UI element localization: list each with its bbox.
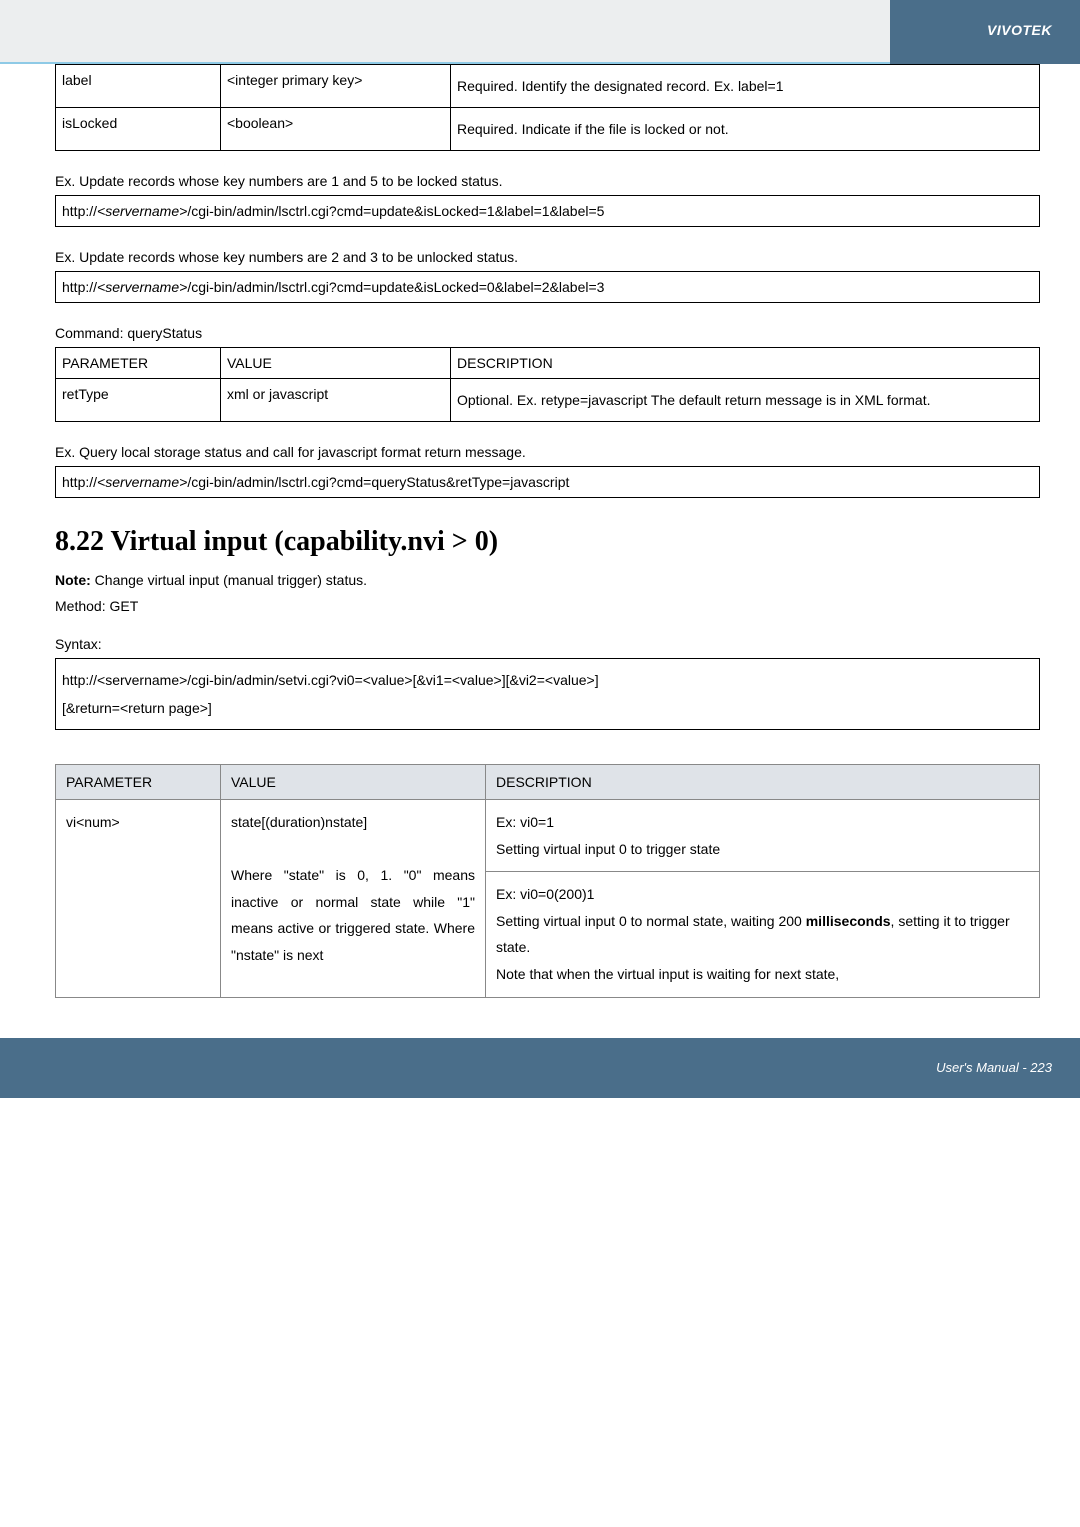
- page-content: label <integer primary key> Required. Id…: [0, 64, 1080, 1038]
- example-text: Ex. Query local storage status and call …: [55, 444, 1040, 460]
- syntax-box: http://<servername>/cgi-bin/admin/setvi.…: [55, 658, 1040, 730]
- param-value: <boolean>: [221, 108, 451, 151]
- col-header-value: VALUE: [221, 348, 451, 379]
- table-row: label <integer primary key> Required. Id…: [56, 65, 1040, 108]
- param-value: <integer primary key>: [221, 65, 451, 108]
- example-url-box: http://<servername>/cgi-bin/admin/lsctrl…: [55, 466, 1040, 498]
- url-prefix: http://: [62, 203, 97, 219]
- param-desc: Optional. Ex. retype=javascript The defa…: [451, 379, 1040, 422]
- syntax-label: Syntax:: [55, 636, 1040, 652]
- note-line: Note: Change virtual input (manual trigg…: [55, 572, 1040, 588]
- brand-label: VIVOTEK: [987, 22, 1052, 38]
- section-heading: 8.22 Virtual input (capability.nvi > 0): [55, 526, 1040, 558]
- parameter-table-3: PARAMETER VALUE DESCRIPTION vi<num> stat…: [55, 764, 1040, 998]
- url-prefix: http://: [62, 279, 97, 295]
- command-heading: Command: queryStatus: [55, 325, 1040, 341]
- example-text: Ex. Update records whose key numbers are…: [55, 173, 1040, 189]
- desc-2b-bold: milliseconds: [806, 913, 891, 929]
- url-suffix: /cgi-bin/admin/lsctrl.cgi?cmd=queryStatu…: [187, 474, 569, 490]
- url-prefix: http://: [62, 474, 97, 490]
- col-header-description: DESCRIPTION: [451, 348, 1040, 379]
- table-header-row: PARAMETER VALUE DESCRIPTION: [56, 765, 1040, 800]
- url-suffix: /cgi-bin/admin/lsctrl.cgi?cmd=update&isL…: [187, 279, 604, 295]
- col-header-description: DESCRIPTION: [486, 765, 1040, 800]
- syntax-line-1: http://<servername>/cgi-bin/admin/setvi.…: [62, 666, 1033, 694]
- table-row: retType xml or javascript Optional. Ex. …: [56, 379, 1040, 422]
- example-url-box: http://<servername>/cgi-bin/admin/lsctrl…: [55, 271, 1040, 303]
- col-header-parameter: PARAMETER: [56, 348, 221, 379]
- url-suffix: /cgi-bin/admin/lsctrl.cgi?cmd=update&isL…: [187, 203, 604, 219]
- parameter-table-1: label <integer primary key> Required. Id…: [55, 64, 1040, 151]
- desc-2a: Ex: vi0=0(200)1 Setting virtual input 0 …: [496, 886, 806, 929]
- header-band: VIVOTEK: [0, 0, 1080, 64]
- param-desc-2: Ex: vi0=0(200)1 Setting virtual input 0 …: [486, 872, 1040, 997]
- footer-page-label: User's Manual - 223: [936, 1060, 1052, 1075]
- url-servername: <servername>: [97, 474, 187, 490]
- syntax-line-2: [&return=<return page>]: [62, 694, 1033, 722]
- param-name: vi<num>: [56, 800, 221, 998]
- table-row: vi<num> state[(duration)nstate] Where "s…: [56, 800, 1040, 872]
- param-desc: Required. Identify the designated record…: [451, 65, 1040, 108]
- col-header-parameter: PARAMETER: [56, 765, 221, 800]
- url-servername: <servername>: [97, 203, 187, 219]
- footer-band: User's Manual - 223: [0, 1038, 1080, 1098]
- param-name: isLocked: [56, 108, 221, 151]
- col-header-value: VALUE: [221, 765, 486, 800]
- param-desc-1: Ex: vi0=1 Setting virtual input 0 to tri…: [486, 800, 1040, 872]
- example-url-box: http://<servername>/cgi-bin/admin/lsctrl…: [55, 195, 1040, 227]
- param-value: xml or javascript: [221, 379, 451, 422]
- example-text: Ex. Update records whose key numbers are…: [55, 249, 1040, 265]
- table-header-row: PARAMETER VALUE DESCRIPTION: [56, 348, 1040, 379]
- table-row: isLocked <boolean> Required. Indicate if…: [56, 108, 1040, 151]
- url-servername: <servername>: [97, 279, 187, 295]
- parameter-table-2: PARAMETER VALUE DESCRIPTION retType xml …: [55, 347, 1040, 422]
- param-name: label: [56, 65, 221, 108]
- param-desc: Required. Indicate if the file is locked…: [451, 108, 1040, 151]
- param-value: state[(duration)nstate] Where "state" is…: [221, 800, 486, 998]
- note-text: Change virtual input (manual trigger) st…: [91, 572, 367, 588]
- note-label: Note:: [55, 572, 91, 588]
- param-name: retType: [56, 379, 221, 422]
- method-line: Method: GET: [55, 598, 1040, 614]
